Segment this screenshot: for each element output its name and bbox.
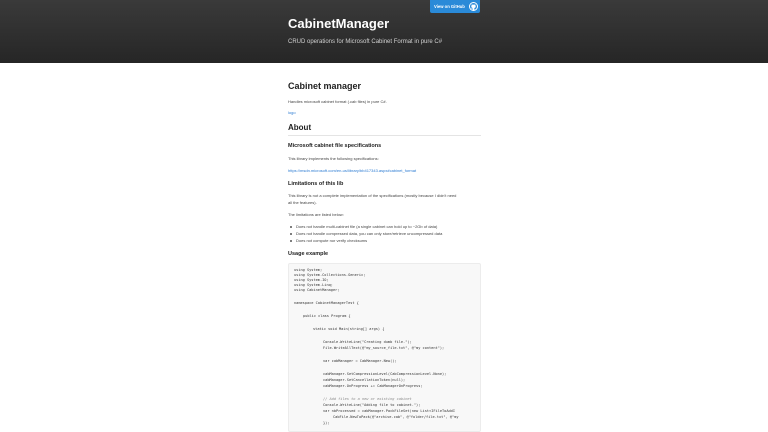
code-line: using System.Collections.Generic;: [294, 273, 366, 277]
code-line: cabManager.SetCompressionLevel(CabCompre…: [323, 372, 447, 376]
about-divider: [288, 135, 481, 136]
list-item: Does not compute nor verify checksums: [288, 238, 367, 243]
list-item: Does not handle multi-cabinet file (a si…: [288, 224, 437, 229]
code-line: using System.IO;: [294, 278, 329, 282]
code-line: File.WriteAllText(@"my_source_file.txt",…: [323, 346, 445, 350]
page-header: CabinetManager CRUD operations for Micro…: [0, 0, 768, 63]
list-item: Does not handle compressed data, you can…: [288, 231, 442, 236]
code-line: cabManager.SetCancellationToken(null);: [323, 378, 406, 382]
code-line: static void Main(string[] args) {: [313, 327, 385, 331]
project-name: CabinetManager: [288, 16, 390, 31]
code-line: using System.Linq;: [294, 283, 333, 287]
usage-heading: Usage example: [288, 251, 329, 257]
code-line: using CabinetManager;: [294, 288, 340, 292]
limits-heading: Limitations of this lib: [288, 181, 344, 187]
code-line: });: [323, 421, 330, 425]
spec-text: This library implements the following sp…: [288, 156, 379, 161]
spec-heading: Microsoft cabinet file specifications: [288, 143, 382, 149]
code-line: var nbProcessed = cabManager.PackFileSet…: [323, 409, 455, 413]
code-line: Console.WriteLine("Creating dumb file.")…: [323, 340, 412, 344]
github-icon: [469, 2, 478, 11]
about-heading: About: [288, 123, 312, 132]
code-comment: // Add files to a new or existing cabine…: [323, 397, 412, 401]
view-on-github-button[interactable]: View on GitHub: [430, 0, 480, 13]
spec-link[interactable]: https://msdn.microsoft.com/en-us/library…: [288, 168, 416, 173]
logo-link[interactable]: logo: [288, 110, 296, 115]
limits-text-line-2: all the features).: [288, 200, 317, 205]
code-line: CabFile.NewToPack(@"archive.cab", @"fold…: [333, 415, 459, 419]
intro-text: Handles microsoft cabinet format (.cab f…: [288, 99, 387, 104]
project-tagline: CRUD operations for Microsoft Cabinet Fo…: [288, 39, 443, 45]
page-title: Cabinet manager: [288, 81, 362, 91]
limits-list-intro: The limitations are listed below:: [288, 212, 344, 217]
code-line: using System;: [294, 268, 323, 272]
main-content: Cabinet manager Handles microsoft cabine…: [288, 63, 481, 432]
code-line: namespace CabinetManagerTest {: [294, 301, 359, 305]
limits-text-line-1: This library is not a complete implement…: [288, 193, 457, 198]
code-block: using System; using System.Collections.G…: [288, 263, 481, 432]
code-line: public class Program {: [303, 314, 351, 318]
code-line: cabManager.OnProgress += CabManagerOnPro…: [323, 384, 423, 388]
code-line: var cabManager = CabManager.New();: [323, 359, 397, 363]
view-on-github-label: View on GitHub: [434, 4, 465, 9]
code-line: Console.WriteLine("Adding file to cabine…: [323, 403, 421, 407]
